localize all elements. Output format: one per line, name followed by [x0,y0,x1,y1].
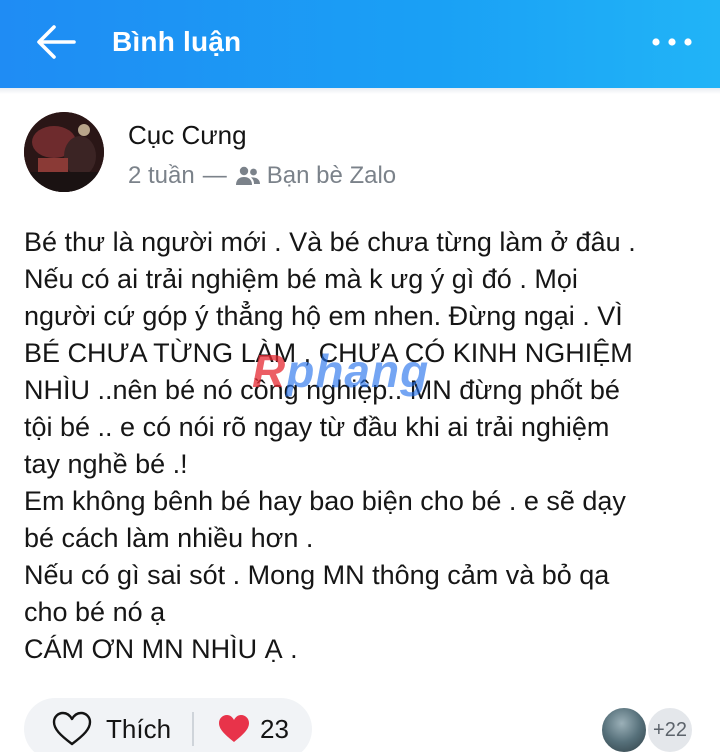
reaction-count: 23 [260,713,289,744]
friends-icon [235,166,260,185]
author-name[interactable]: Cục Cưng [128,120,247,151]
arrow-left-icon [37,25,76,59]
more-horizontal-icon [652,38,692,46]
heart-filled-icon [219,715,249,742]
viewer-avatar[interactable] [600,706,648,752]
watermark-rest: phang [286,345,430,397]
meta-separator: — [202,162,227,189]
like-button[interactable]: Thích [24,698,192,752]
post-time: 2 tuần [128,162,195,189]
back-button[interactable] [34,22,78,62]
watermark-first-letter: R [252,345,287,397]
viewers-more-badge[interactable]: +22 [646,706,694,752]
top-bar: Bình luận [0,0,720,88]
reaction-bar: Thích 23 [24,698,312,752]
heart-outline-icon [52,711,92,746]
author-avatar[interactable] [24,112,104,192]
more-options-button[interactable] [650,26,694,58]
post-body: Bé thư là người mới . Và bé chưa từng là… [24,227,636,664]
post-meta: 2 tuần — Bạn bè Zalo [128,162,396,190]
post-audience: Bạn bè Zalo [266,162,397,189]
header-shadow [0,88,720,94]
like-label: Thích [106,713,172,744]
reaction-summary[interactable]: 23 [194,698,289,752]
avatar-photo [24,112,104,192]
watermark: Rphang [252,344,429,398]
page-title: Bình luận [112,26,242,57]
